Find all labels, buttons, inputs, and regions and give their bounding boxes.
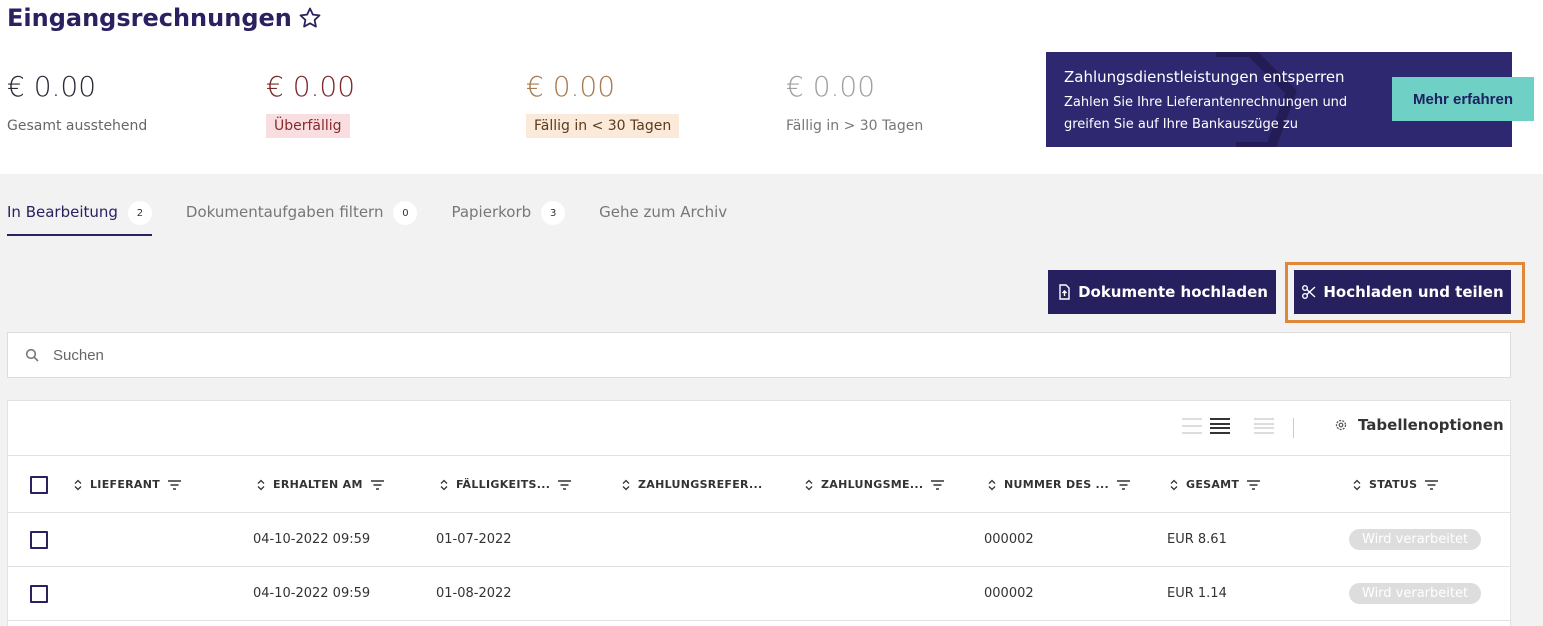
star-icon[interactable] [298,6,322,30]
stat-total-outstanding: € 0.00 Gesamt ausstehend [7,70,148,134]
row-checkbox[interactable] [30,531,48,549]
density-default-icon[interactable] [1210,418,1230,434]
col-due-date[interactable]: FÄLLIGKEITS... [440,478,572,491]
cell-number: 000002 [984,586,1034,601]
cell-number: 000002 [984,532,1034,547]
payment-services-banner: Zahlungsdienstleistungen entsperren Zahl… [1046,52,1534,147]
cell-received: 04-10-2022 09:59 [253,586,371,601]
sort-icon [988,479,996,490]
filter-icon[interactable] [558,479,572,490]
filter-icon[interactable] [1247,479,1261,490]
upload-and-split-button[interactable]: Hochladen und teilen [1294,270,1511,314]
sort-icon [74,479,82,490]
col-total[interactable]: GESAMT [1170,478,1261,491]
sort-icon [1170,479,1178,490]
select-all-checkbox[interactable] [30,476,48,494]
tab-archive[interactable]: Gehe zum Archiv [599,198,727,236]
stat-due-gt-30: € 0.00 Fällig in > 30 Tagen [786,70,924,134]
learn-more-button[interactable]: Mehr erfahren [1392,77,1534,121]
sort-icon [622,479,630,490]
stat-due-lt-30: € 0.00 Fällig in < 30 Tagen [526,70,680,138]
document-tabs: In Bearbeitung 2 Dokumentaufgaben filter… [7,198,761,236]
search-input[interactable] [53,346,653,364]
filter-icon[interactable] [1425,479,1439,490]
tab-trash[interactable]: Papierkorb 3 [451,198,566,236]
density-compact-icon[interactable] [1182,418,1202,434]
filter-icon[interactable] [370,479,384,490]
filter-icon[interactable] [168,479,182,490]
search-bar [7,332,1511,378]
toolbar-divider [1293,418,1294,438]
table-header: LIEFERANT ERHALTEN AM FÄLLIGKEITS... ZAH… [8,456,1510,513]
invoice-table: Tabellenoptionen LIEFERANT ERHALTEN AM F… [7,400,1511,626]
sort-icon [440,479,448,490]
col-status[interactable]: STATUS [1353,478,1439,491]
sort-icon [257,479,265,490]
table-options-button[interactable]: Tabellenoptionen [1334,416,1504,434]
table-row[interactable]: 04-10-2022 09:59 01-07-2022 000002 EUR 8… [8,513,1510,567]
filter-icon[interactable] [1116,479,1130,490]
tab-count-badge: 0 [393,201,418,225]
cell-due-date: 01-08-2022 [436,586,512,601]
table-row[interactable]: 04-10-2022 09:59 01-08-2022 000002 EUR 1… [8,567,1510,621]
page-title: Eingangsrechnungen [7,4,322,32]
tab-count-badge: 3 [541,201,566,225]
table-toolbar: Tabellenoptionen [8,401,1510,456]
col-received[interactable]: ERHALTEN AM [257,478,384,491]
tab-filter-tasks[interactable]: Dokumentaufgaben filtern 0 [186,198,418,236]
cell-due-date: 01-07-2022 [436,532,512,547]
upload-file-icon [1059,284,1070,300]
search-icon [25,348,39,362]
cell-received: 04-10-2022 09:59 [253,532,371,547]
tab-count-badge: 2 [127,201,152,225]
gear-icon [1335,419,1347,431]
cell-total: EUR 1.14 [1167,586,1227,601]
col-payment-reference[interactable]: ZAHLUNGSREFER... [622,478,762,491]
col-number[interactable]: NUMMER DES ... [988,478,1130,491]
col-supplier[interactable]: LIEFERANT [74,478,182,491]
banner-title: Zahlungsdienstleistungen entsperren [1064,68,1345,86]
sort-icon [1353,479,1361,490]
stat-overdue: € 0.00 Überfällig [266,70,355,138]
filter-icon[interactable] [931,479,945,490]
tab-in-progress[interactable]: In Bearbeitung 2 [7,198,152,236]
cell-total: EUR 8.61 [1167,532,1227,547]
density-spacious-icon[interactable] [1254,418,1274,434]
sort-icon [805,479,813,490]
header-area: Eingangsrechnungen € 0.00 Gesamt aussteh… [0,0,1543,174]
banner-text: Zahlen Sie Ihre Lieferantenrechnungen un… [1064,95,1348,132]
scissors-icon [1302,285,1316,299]
status-badge: Wird verarbeitet [1349,583,1482,604]
status-badge: Wird verarbeitet [1349,529,1482,550]
row-checkbox[interactable] [30,585,48,603]
upload-documents-button[interactable]: Dokumente hochladen [1048,270,1276,314]
col-payment-method[interactable]: ZAHLUNGSME... [805,478,945,491]
